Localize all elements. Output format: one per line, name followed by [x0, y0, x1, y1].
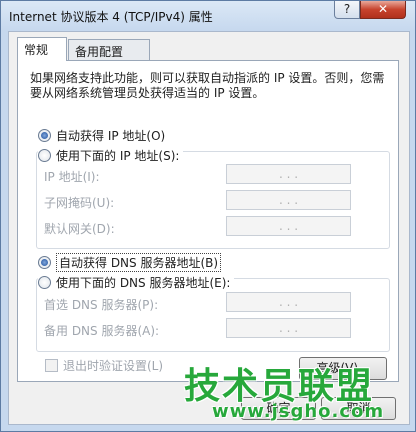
subnet-mask-dots: . . . [278, 193, 299, 207]
manual-dns-radio[interactable] [38, 275, 51, 289]
description-text: 如果网络支持此功能，则可以获取自动指派的 IP 设置。否则，您需要从网络系统管理… [30, 71, 385, 100]
window-title: Internet 协议版本 4 (TCP/IPv4) 属性 [9, 10, 213, 24]
validate-settings-label: 退出时验证设置(L) [63, 359, 164, 373]
manual-dns-option[interactable]: 使用下面的 DNS 服务器地址(E): [38, 274, 235, 290]
subnet-mask-field[interactable]: . . . [226, 190, 351, 210]
preferred-dns-label: 首选 DNS 服务器(P): [44, 298, 159, 312]
ok-button[interactable]: 确定 [241, 397, 316, 420]
dialog-body: 常规 备用配置 如果网络支持此功能，则可以获取自动指派的 IP 设置。否则，您需… [8, 31, 410, 425]
alternate-dns-dots: . . . [278, 321, 299, 335]
default-gateway-label: 默认网关(D): [44, 222, 115, 236]
help-button[interactable]: ? [334, 1, 360, 19]
tab-alternate-configuration[interactable]: 备用配置 [68, 39, 150, 60]
advanced-button[interactable]: 高级(V)... [299, 357, 387, 380]
alternate-dns-field[interactable]: . . . [226, 318, 351, 338]
tab-alternate-label: 备用配置 [75, 45, 124, 59]
manual-ip-label: 使用下面的 IP 地址(S): [56, 148, 180, 163]
default-gateway-dots: . . . [278, 219, 299, 233]
default-gateway-field[interactable]: . . . [226, 216, 351, 236]
auto-dns-option[interactable]: 自动获得 DNS 服务器地址(B) [38, 252, 222, 272]
manual-ip-option[interactable]: 使用下面的 IP 地址(S): [38, 147, 184, 163]
validate-settings-option[interactable]: 退出时验证设置(L) [45, 357, 163, 374]
ip-address-dots: . . . [278, 167, 299, 181]
cancel-button[interactable]: 取消 [321, 397, 396, 420]
ip-address-field[interactable]: . . . [226, 164, 351, 184]
auto-ip-label: 自动获得 IP 地址(O) [56, 128, 166, 143]
ip-address-label: IP 地址(I): [44, 170, 100, 184]
preferred-dns-dots: . . . [278, 295, 299, 309]
tab-general[interactable]: 常规 [17, 37, 67, 61]
alternate-dns-label: 备用 DNS 服务器(A): [44, 324, 160, 338]
auto-dns-label: 自动获得 DNS 服务器地址(B) [56, 252, 222, 272]
subnet-mask-label: 子网掩码(U): [44, 196, 115, 210]
help-icon: ? [343, 2, 351, 16]
auto-ip-option[interactable]: 自动获得 IP 地址(O) [38, 127, 165, 143]
tab-general-label: 常规 [24, 43, 49, 57]
general-tab-panel: 如果网络支持此功能，则可以获取自动指派的 IP 设置。否则，您需要从网络系统管理… [17, 60, 399, 382]
manual-ip-radio[interactable] [38, 148, 51, 162]
title-bar[interactable]: Internet 协议版本 4 (TCP/IPv4) 属性 ? ✕ [1, 1, 415, 31]
close-button[interactable]: ✕ [360, 1, 406, 19]
validate-settings-checkbox[interactable] [45, 359, 58, 372]
manual-dns-label: 使用下面的 DNS 服务器地址(E): [56, 275, 231, 290]
auto-dns-radio[interactable] [38, 255, 51, 269]
auto-ip-radio[interactable] [38, 128, 51, 142]
preferred-dns-field[interactable]: . . . [226, 292, 351, 312]
tcpipv4-properties-dialog: Internet 协议版本 4 (TCP/IPv4) 属性 ? ✕ 常规 备用配… [0, 0, 416, 432]
close-icon: ✕ [377, 2, 389, 16]
